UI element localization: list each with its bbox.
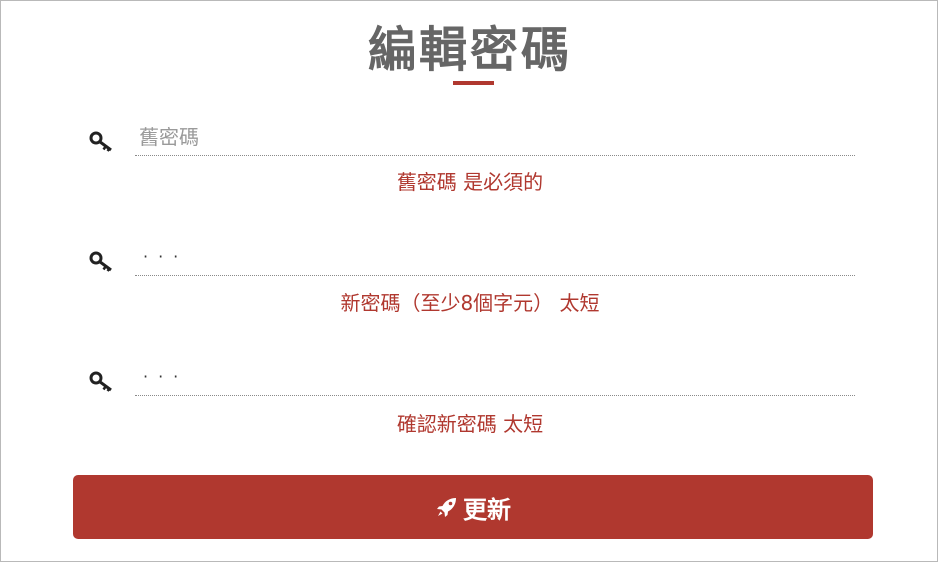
key-icon [89, 131, 112, 152]
confirm-password-error: 確認新密碼 太短 [396, 412, 544, 436]
key-icon [89, 371, 112, 392]
update-button-label: 更新 [463, 495, 511, 524]
update-button[interactable]: 更新 [73, 475, 873, 539]
new-password-error: 新密碼（至少8個字元） 太短 [340, 291, 600, 315]
confirm-password-input[interactable]: ··· [135, 358, 855, 396]
rocket-icon [437, 498, 456, 517]
edit-password-panel: 編輯密碼 舊密碼 是必須的 ··· 新密碼（至少8個字元） 太短 ··· 確認新… [0, 0, 938, 562]
page-title: 編輯密碼 [367, 22, 572, 78]
title-underline [453, 81, 494, 85]
new-password-input[interactable]: ··· [135, 238, 855, 276]
old-password-error: 舊密碼 是必須的 [396, 170, 544, 194]
old-password-row [87, 118, 857, 158]
new-password-row: ··· [87, 238, 857, 278]
key-icon [89, 251, 112, 272]
old-password-input[interactable] [135, 118, 855, 156]
confirm-password-row: ··· [87, 358, 857, 398]
